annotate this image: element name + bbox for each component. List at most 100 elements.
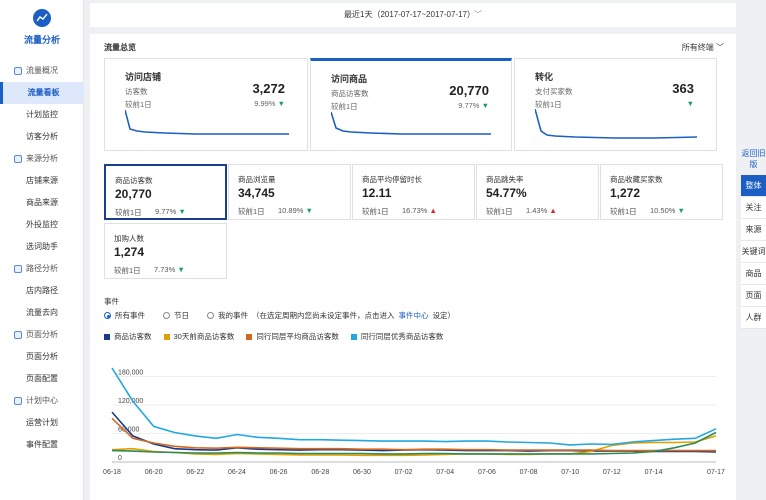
quicknav-follow[interactable]: 关注 xyxy=(741,197,766,219)
legend-swatch xyxy=(104,333,110,340)
metric-compare-label: 较前1日 xyxy=(238,207,265,216)
quicknav-overall[interactable]: 整体 xyxy=(741,175,766,197)
metric-card-add-to-cart[interactable]: 加购人数 1,274 较前1日 7.73% ▼ xyxy=(104,223,227,279)
metric-label: 商品跳失率 xyxy=(486,175,524,184)
chevron-down-icon: ﹀ xyxy=(473,10,482,19)
metric-compare-label: 较前1日 xyxy=(115,208,142,217)
metric-card-product-pageviews[interactable]: 商品浏览量 34,745 较前1日 10.89% ▼ xyxy=(228,164,351,220)
card-metric-label: 支付买家数 xyxy=(535,87,573,96)
card-change: ▼ xyxy=(687,99,694,108)
radio-all-events[interactable] xyxy=(104,312,111,319)
x-tick-label: 06-20 xyxy=(145,469,163,476)
quicknav-keyword[interactable]: 关键词 xyxy=(741,241,766,263)
radio-my-events[interactable] xyxy=(207,312,214,319)
series-line-0 xyxy=(111,411,717,453)
card-conversion[interactable]: 转化 支付买家数 363 较前1日 ▼ xyxy=(514,58,717,151)
metric-card-bounce-rate[interactable]: 商品跳失率 54.77% 较前1日 1.43% ▲ xyxy=(476,164,599,220)
x-tick-label: 07-14 xyxy=(645,469,663,476)
metric-value: 34,745 xyxy=(238,186,275,200)
date-range-selector[interactable]: 最近1天（2017-07-17~2017-07-17） ﹀ xyxy=(90,3,736,27)
x-tick-label: 07-17 xyxy=(707,469,725,476)
metric-card-product-visitors[interactable]: 商品访客数 20,770 较前1日 9.77% ▼ xyxy=(104,164,227,220)
sparkline xyxy=(125,109,289,135)
metric-compare-label: 较前1日 xyxy=(362,207,389,216)
x-tick-label: 06-18 xyxy=(103,469,121,476)
metric-value: 1,272 xyxy=(610,186,641,200)
sidebar-item-page-analysis[interactable]: 页面分析 xyxy=(0,346,84,368)
radio-holiday[interactable] xyxy=(163,312,170,319)
metric-label: 商品访客数 xyxy=(115,176,153,185)
quicknav-crowd[interactable]: 人群 xyxy=(741,307,766,329)
arrow-down-icon: ▼ xyxy=(481,101,489,110)
arrow-down-icon: ▼ xyxy=(178,207,186,216)
metric-label: 加购人数 xyxy=(114,234,144,243)
metric-change: 10.89% ▼ xyxy=(278,206,313,215)
sidebar: 流量分析 流量概况 流量看板 计划监控 访客分析 来源分析 店铺来源 商品来源 … xyxy=(0,0,84,500)
sidebar-item-visitor-analysis[interactable]: 访客分析 xyxy=(0,126,84,148)
sidebar-item-external-monitor[interactable]: 外投监控 xyxy=(0,214,84,236)
card-visit-store[interactable]: 访问店铺 访客数 3,272 较前1日 9.99% ▼ xyxy=(104,58,308,151)
legend-item[interactable]: 同行同层优秀商品访客数 xyxy=(350,331,443,342)
metric-compare-label: 较前1日 xyxy=(114,266,141,275)
sparkline xyxy=(331,111,491,135)
chevron-down-icon: ﹀ xyxy=(716,43,724,52)
legend-swatch xyxy=(350,333,357,340)
sidebar-item-dashboard[interactable]: 流量看板 xyxy=(0,82,84,104)
metric-change: 9.77% ▼ xyxy=(155,207,186,216)
metric-label: 商品浏览量 xyxy=(238,175,276,184)
metric-card-favorite-buyers[interactable]: 商品收藏买家数 1,272 较前1日 10.50% ▼ xyxy=(600,164,723,220)
sidebar-item-plan-monitor[interactable]: 计划监控 xyxy=(0,104,84,126)
legend-swatch xyxy=(163,333,170,340)
page-title: 流量总览 xyxy=(104,43,136,52)
back-to-old-version-link[interactable]: 返回旧版 xyxy=(741,143,766,175)
legend-item[interactable]: 30天前商品访客数 xyxy=(163,331,234,342)
sidebar-item-page-config[interactable]: 页面配置 xyxy=(0,368,84,390)
x-tick-label: 07-04 xyxy=(436,469,454,476)
sidebar-item-product-source[interactable]: 商品来源 xyxy=(0,192,84,214)
legend-item[interactable]: 商品访客数 xyxy=(104,331,152,342)
sidebar-item-traffic-destination[interactable]: 流量去向 xyxy=(0,302,84,324)
metric-label: 商品收藏买家数 xyxy=(610,175,663,184)
source-icon xyxy=(14,155,22,163)
card-visit-product[interactable]: 访问商品 商品访客数 20,770 较前1日 9.77% ▼ xyxy=(310,58,512,151)
metric-card-avg-stay[interactable]: 商品平均停留时长 12.11 较前1日 16.73% ▲ xyxy=(352,164,475,220)
sidebar-item-shop-source[interactable]: 店铺来源 xyxy=(0,170,84,192)
quicknav-product[interactable]: 商品 xyxy=(741,263,766,285)
metric-value: 1,274 xyxy=(114,245,145,259)
legend-swatch xyxy=(246,333,253,340)
card-change: 9.99% ▼ xyxy=(254,99,285,108)
sparkline xyxy=(535,109,697,139)
series-line-2 xyxy=(111,417,716,452)
metric-change: 1.43% ▲ xyxy=(526,206,557,215)
event-note-tail: 设定） xyxy=(432,311,456,320)
sidebar-item-operation-plan[interactable]: 运营计划 xyxy=(0,412,84,434)
sidebar-item-keyword-helper[interactable]: 选词助手 xyxy=(0,236,84,258)
x-tick-label: 07-06 xyxy=(478,469,496,476)
sidebar-item-store-path[interactable]: 店内路径 xyxy=(0,280,84,302)
nav-group-source: 来源分析 xyxy=(0,148,84,170)
metric-change: 16.73% ▲ xyxy=(402,206,437,215)
date-range-label: 最近1天（2017-07-17~2017-07-17） xyxy=(344,10,471,19)
event-center-link[interactable]: 事件中心 xyxy=(399,310,429,321)
card-metric-label: 商品访客数 xyxy=(331,89,369,98)
events-title: 事件 xyxy=(104,297,119,306)
metric-change: 10.50% ▼ xyxy=(650,206,685,215)
terminal-selector[interactable]: 所有终端 ﹀ xyxy=(682,42,724,53)
card-metric-value: 363 xyxy=(672,81,694,96)
card-metric-value: 20,770 xyxy=(449,83,489,98)
x-tick-label: 07-12 xyxy=(603,469,621,476)
plan-icon xyxy=(14,397,22,405)
traffic-line-chart: 180,000120,00060,000006-18 06-20 06-22 06-2… xyxy=(103,367,725,476)
sidebar-item-event-config[interactable]: 事件配置 xyxy=(0,434,84,456)
arrow-up-icon: ▲ xyxy=(429,206,437,215)
quicknav-page[interactable]: 页面 xyxy=(741,285,766,307)
legend-item[interactable]: 同行同层平均商品访客数 xyxy=(246,331,339,342)
x-tick-label: 06-22 xyxy=(186,469,204,476)
radio-label: 我的事件 xyxy=(218,311,248,320)
path-icon xyxy=(14,265,22,273)
card-metric-label: 访客数 xyxy=(125,87,148,96)
app-title: 流量分析 xyxy=(23,35,60,45)
quicknav-source[interactable]: 来源 xyxy=(741,219,766,241)
terminal-label: 所有终端 xyxy=(681,43,714,52)
metric-value: 12.11 xyxy=(362,186,392,200)
